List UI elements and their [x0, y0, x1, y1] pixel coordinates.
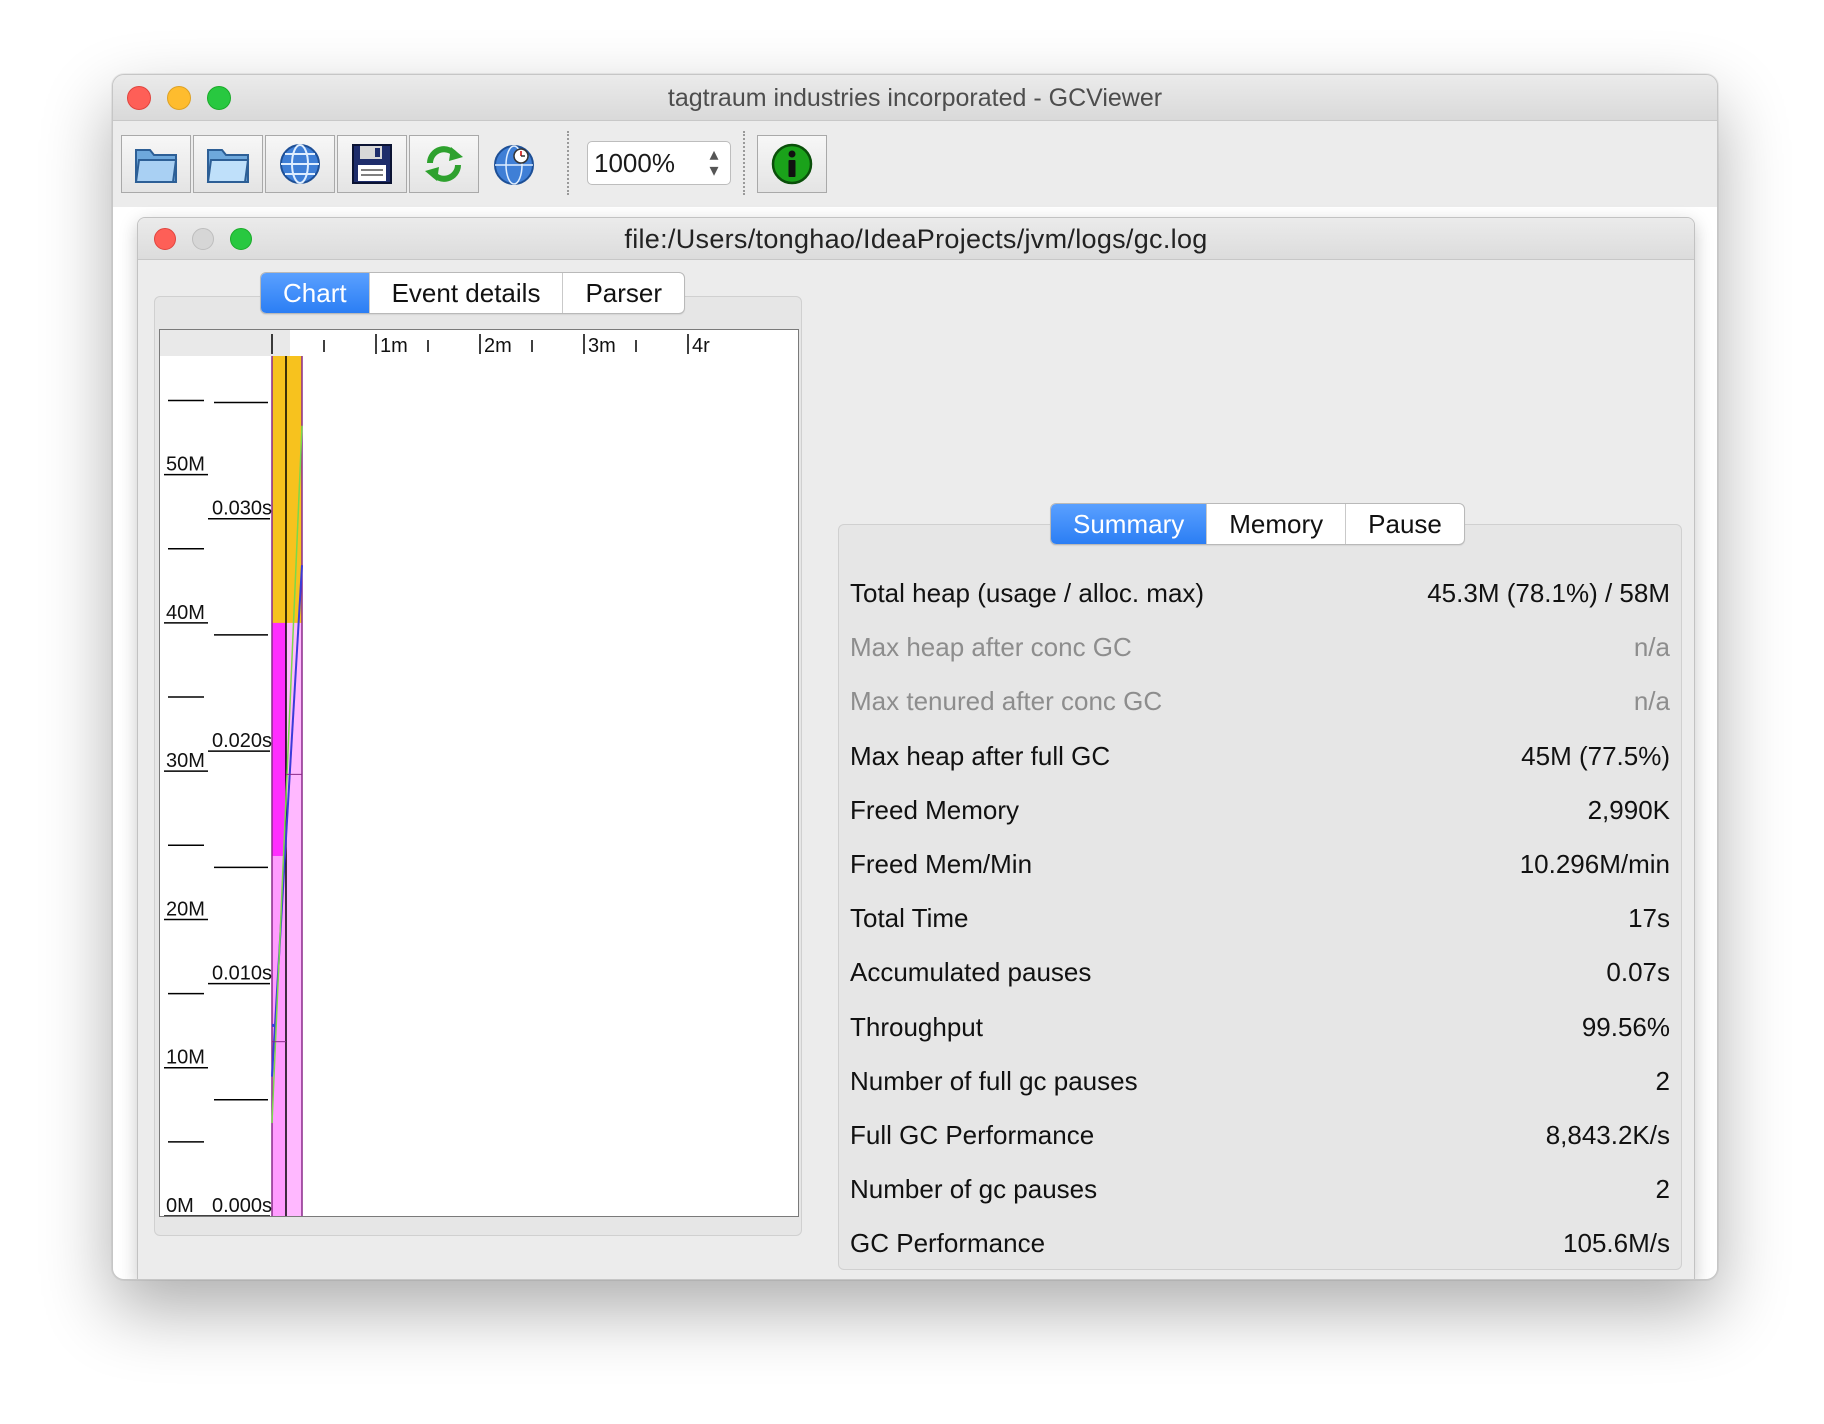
save-button[interactable]: [337, 135, 407, 193]
chart-panel: 1m 2m 3m 4r 50M 40M 30M 20M 10M 0M 0.030s 0.020s 0.0…: [154, 296, 802, 1236]
open-url-icon: [280, 144, 320, 184]
summary-row: Max heap after conc GC n/a: [850, 620, 1670, 674]
main-window: tagtraum industries incorporated - GCVie…: [112, 74, 1718, 1280]
pause-tick-label: 0.000s: [212, 1195, 272, 1216]
summary-row: Max heap after full GC 45M (77.5%): [850, 729, 1670, 783]
document-title: file:/Users/tonghao/IdeaProjects/jvm/log…: [624, 224, 1208, 254]
summary-value: 0.07s: [1606, 957, 1670, 988]
summary-label: Throughput: [850, 1011, 983, 1042]
summary-label: Max heap after full GC: [850, 740, 1111, 771]
tab-parser[interactable]: Parser: [563, 273, 684, 313]
summary-value: 8,843.2K/s: [1545, 1120, 1670, 1150]
open-folder-icon: [206, 149, 250, 183]
open-file-icon: [134, 149, 178, 183]
tab-chart[interactable]: Chart: [261, 273, 370, 313]
summary-row: Throughput 99.56%: [850, 1000, 1670, 1054]
summary-row: Accumulated pauses 0.07s: [850, 945, 1670, 999]
document-titlebar[interactable]: file:/Users/tonghao/IdeaProjects/jvm/log…: [138, 218, 1694, 260]
summary-row: Full GC Performance 8,843.2K/s: [850, 1108, 1670, 1162]
window-title: tagtraum industries incorporated - GCVie…: [667, 84, 1163, 112]
summary-value: 105.6M/s: [1563, 1228, 1670, 1259]
save-icon: [352, 144, 392, 184]
summary-label: Max tenured after conc GC: [850, 686, 1163, 717]
toolbar-separator: [743, 131, 745, 195]
tab-summary[interactable]: Summary: [1051, 504, 1208, 544]
summary-label: Freed Mem/Min: [850, 849, 1033, 879]
summary-label: Number of gc pauses: [850, 1174, 1098, 1205]
summary-value: 45M (77.5%): [1521, 740, 1670, 771]
x-tick-label: 1m: [380, 335, 408, 357]
pause-tick-label: 0.010s: [212, 963, 272, 985]
summary-value: 2,990K: [1587, 794, 1670, 825]
window-titlebar[interactable]: tagtraum industries incorporated - GCVie…: [113, 75, 1717, 121]
summary-label: Max heap after conc GC: [850, 632, 1132, 663]
summary-label: Total Time: [850, 903, 969, 934]
summary-row: Max tenured after conc GC n/a: [850, 674, 1670, 728]
summary-row: Total Time 17s: [850, 891, 1670, 945]
refresh-button[interactable]: [409, 135, 479, 193]
summary-value: 2: [1655, 1174, 1670, 1205]
summary-tab-bar: Summary Memory Pause: [1050, 503, 1465, 545]
summary-value: 99.56%: [1581, 1011, 1670, 1042]
open-folder-button[interactable]: [193, 135, 263, 193]
summary-row: Freed Memory 2,990K: [850, 783, 1670, 837]
watch-icon: [494, 145, 534, 185]
x-tick-label: 4r: [692, 335, 710, 357]
summary-row: Number of full gc pauses 2: [850, 1054, 1670, 1108]
tab-memory[interactable]: Memory: [1207, 504, 1347, 544]
summary-value: n/a: [1633, 686, 1670, 717]
summary-row: Number of gc pauses 2: [850, 1162, 1670, 1216]
pause-tick-label: 0.020s: [212, 730, 272, 752]
refresh-icon: [425, 146, 463, 182]
summary-value: n/a: [1633, 632, 1670, 663]
summary-label: Freed Memory: [850, 794, 1020, 825]
gc-chart: 1m 2m 3m 4r 50M 40M 30M 20M 10M 0M 0.030s 0.020s 0.0…: [159, 329, 799, 1217]
open-file-button[interactable]: [121, 135, 191, 193]
tab-pause[interactable]: Pause: [1346, 504, 1464, 544]
toolbar: 1000% ▴ ▾: [113, 121, 1717, 207]
summary-value: 10.296M/min: [1519, 849, 1670, 879]
pause-tick-label: 0.030s: [212, 498, 272, 520]
chart-canvas: 1m 2m 3m 4r 50M 40M 30M 20M 10M 0M 0.030s 0.020s 0.0…: [164, 334, 710, 1216]
memory-tick-label: 40M: [166, 602, 205, 624]
watch-button[interactable]: [487, 139, 541, 191]
x-tick-label: 3m: [588, 335, 616, 357]
summary-row: GC Performance 105.6M/s: [850, 1216, 1670, 1270]
memory-tick-label: 10M: [166, 1047, 205, 1069]
document-window: file:/Users/tonghao/IdeaProjects/jvm/log…: [137, 217, 1695, 1279]
summary-label: Total heap (usage / alloc. max): [850, 578, 1205, 608]
summary-value: 17s: [1628, 903, 1670, 934]
toolbar-separator: [567, 131, 569, 195]
summary-label: Accumulated pauses: [850, 957, 1092, 988]
summary-row: Total heap (usage / alloc. max) 45.3M (78…: [850, 566, 1670, 620]
summary-value: 45.3M (78.1%) / 58M: [1427, 578, 1670, 608]
summary-label: Full GC Performance: [850, 1120, 1095, 1150]
memory-tick-label: 50M: [166, 454, 205, 476]
memory-tick-label: 0M: [166, 1195, 194, 1216]
info-icon: [771, 143, 813, 185]
zoom-stepper[interactable]: 1000% ▴ ▾: [587, 141, 731, 185]
memory-tick-label: 30M: [166, 750, 205, 772]
zoom-value: 1000%: [594, 148, 675, 178]
info-button[interactable]: [757, 135, 827, 193]
summary-row: Freed Mem/Min 10.296M/min: [850, 837, 1670, 891]
x-tick-label: 2m: [484, 335, 512, 357]
chart-tab-bar: Chart Event details Parser: [260, 272, 686, 314]
summary-label: Number of full gc pauses: [850, 1065, 1138, 1096]
summary-value: 2: [1655, 1065, 1670, 1096]
tab-event-details[interactable]: Event details: [370, 273, 564, 313]
open-url-button[interactable]: [265, 135, 335, 193]
zoom-spinner-arrows-icon[interactable]: ▴ ▾: [702, 145, 726, 180]
memory-tick-label: 20M: [166, 898, 205, 920]
summary-label: GC Performance: [850, 1228, 1046, 1259]
